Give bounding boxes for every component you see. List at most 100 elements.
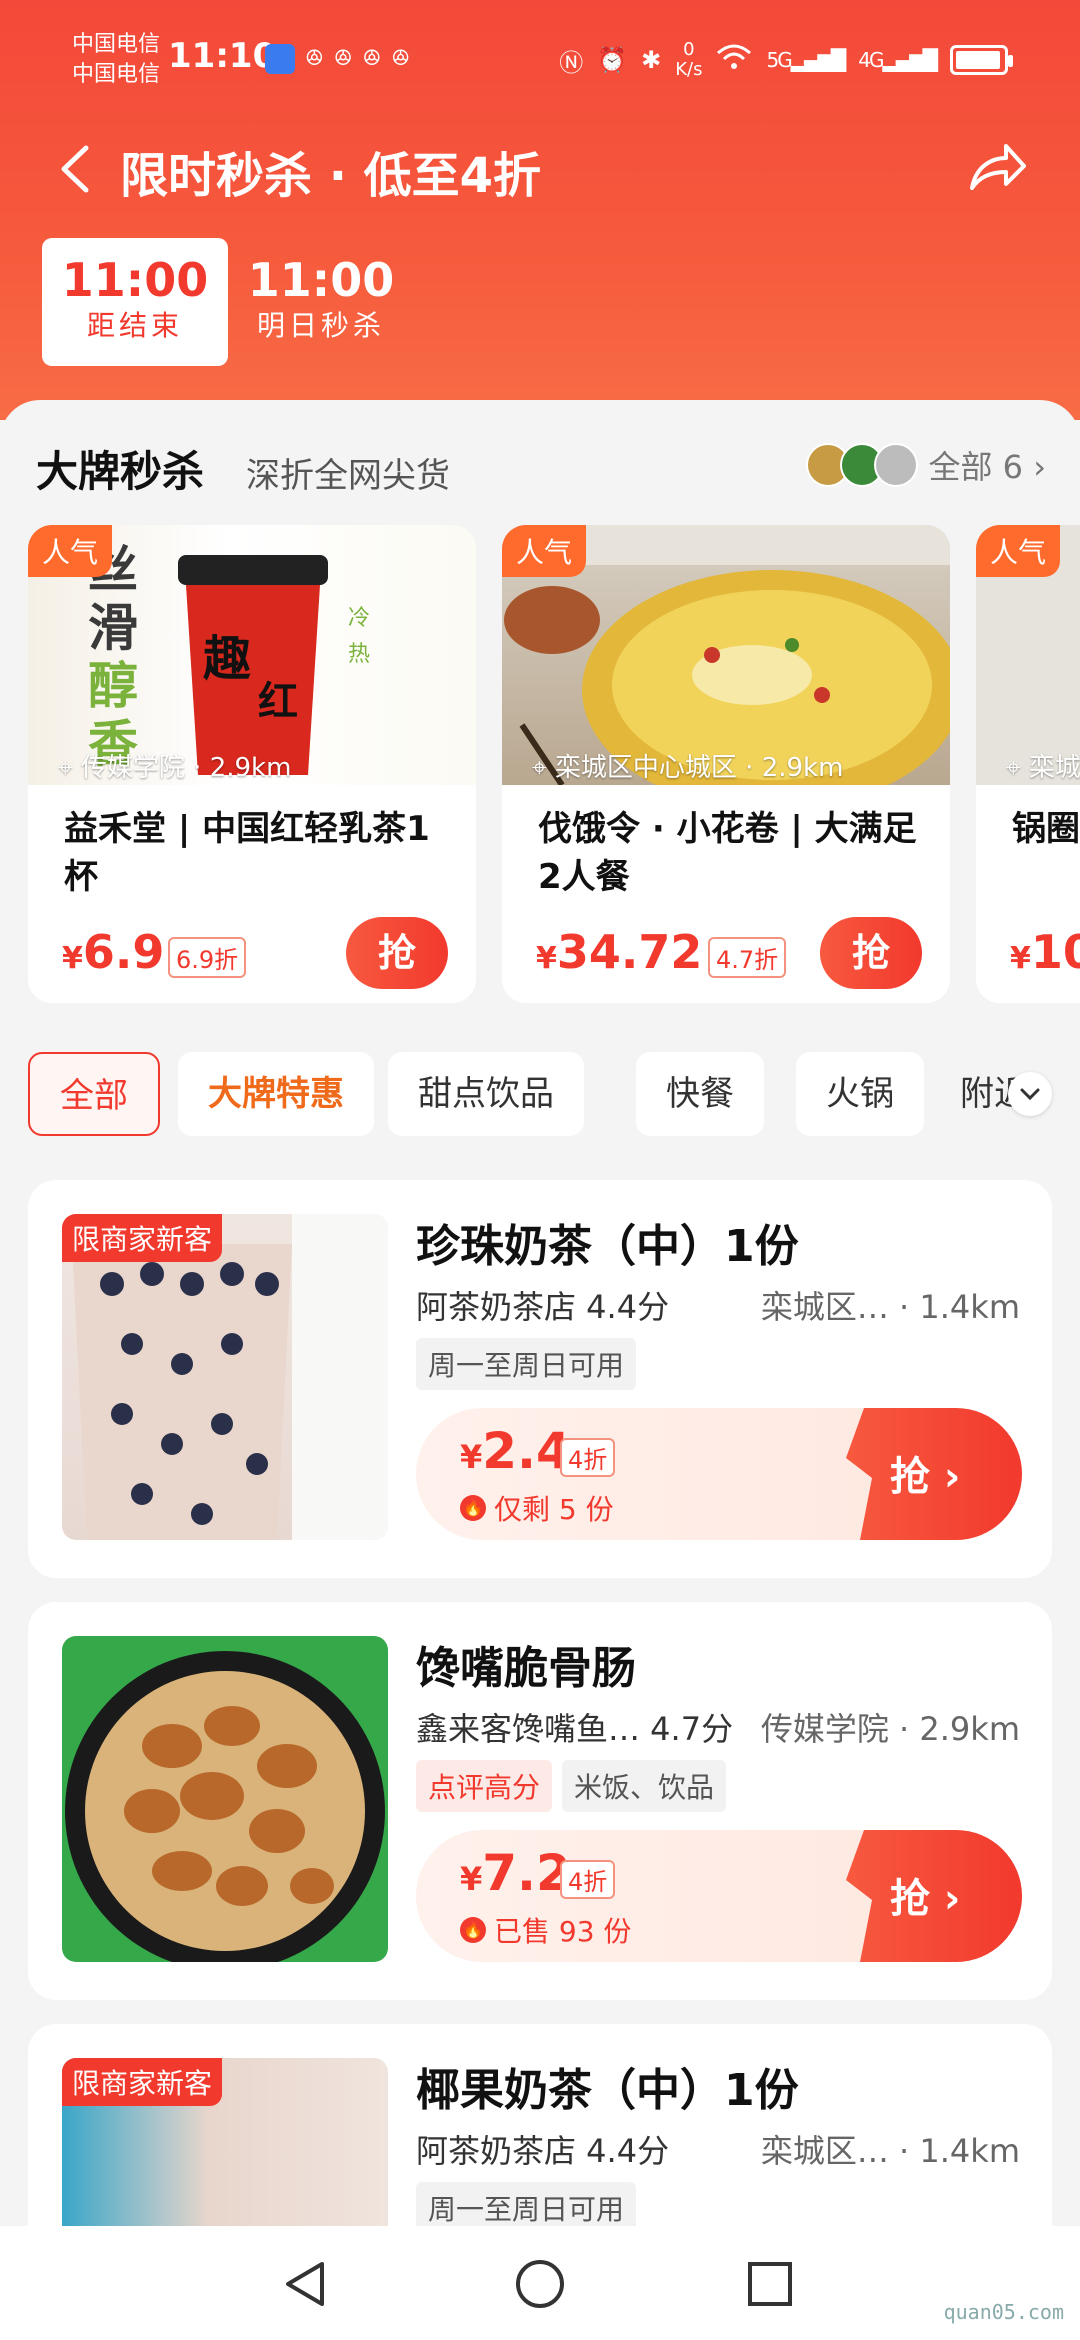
- wifi-icon: [716, 43, 752, 77]
- notification-icon: ꔮ: [362, 44, 382, 72]
- sales-status: 🔥 已售 93 份: [460, 1910, 631, 1950]
- grab-button[interactable]: 抢 ›: [846, 1830, 1022, 1962]
- svg-text:红: 红: [258, 680, 298, 724]
- discount-badge: 4.7折: [708, 937, 787, 978]
- home-circle-icon[interactable]: [512, 2256, 568, 2312]
- product-tag: 周一至周日可用: [416, 1338, 637, 1390]
- pearl-milk-tea-image: [72, 1214, 388, 1540]
- category-tab-fastfood[interactable]: 快餐: [636, 1052, 764, 1136]
- stock-status: 🔥 仅剩 5 份: [460, 1488, 614, 1528]
- svg-text:热: 热: [348, 641, 370, 666]
- new-customer-badge: 限商家新客: [62, 2058, 223, 2106]
- product-tags: 点评高分 米饭、饮品: [416, 1760, 727, 1812]
- system-navigation-bar: [0, 2226, 1080, 2340]
- grab-button[interactable]: 抢: [820, 917, 922, 989]
- product-tag: 米饭、饮品: [562, 1760, 727, 1812]
- carrier-1: 中国电信: [72, 32, 161, 57]
- category-tab-all[interactable]: 全部: [28, 1052, 160, 1136]
- net-speed: 0 K/s: [675, 39, 703, 80]
- grab-button[interactable]: 抢: [346, 917, 448, 989]
- product-name: 椰果奶茶（中）1份: [416, 2065, 799, 2116]
- buy-bar: ¥2.4 4折 🔥 仅剩 5 份 抢 ›: [416, 1408, 1022, 1540]
- carriers: 中国电信 中国电信: [72, 30, 160, 90]
- fire-icon: 🔥: [460, 1495, 486, 1521]
- time-tab-tomorrow[interactable]: 11:00 明日秒杀: [228, 238, 414, 366]
- brand-card-info: 锅圈肉 ¥10: [976, 785, 1080, 1003]
- product-image: 限商家新客: [62, 1214, 388, 1540]
- system-icons: Ⓝ ⏰ ✱ 0 K/s 5G▂▄▆█ 4G▂▄▆█: [559, 39, 1013, 80]
- alarm-icon: ⏰: [597, 46, 628, 74]
- location-label: ⌖ 传媒学院 · 2.9km: [58, 753, 292, 783]
- notification-icons: ꔮ ꔮ ꔮ ꔮ: [265, 44, 410, 74]
- signal-5g-icon: 5G▂▄▆█: [766, 48, 846, 72]
- product-name: 馋嘴脆骨肠: [416, 1643, 636, 1694]
- back-triangle-icon[interactable]: [278, 2256, 334, 2312]
- time-tabs: 11:00 距结束 11:00 明日秒杀: [42, 238, 414, 366]
- brand-logos: [806, 443, 919, 487]
- svg-text:滑: 滑: [88, 600, 138, 656]
- share-icon: [970, 144, 1026, 190]
- notification-icon: ꔮ: [305, 44, 324, 72]
- product-name: 珍珠奶茶（中）1份: [416, 1221, 799, 1272]
- top-nav: 限时秒杀 · 低至4折: [0, 120, 1080, 220]
- brand-card-price: ¥6.9: [62, 925, 165, 979]
- clock: 11:10: [168, 36, 277, 76]
- carrier-2: 中国电信: [72, 62, 161, 87]
- status-bar: 中国电信 中国电信 11:10 ꔮ ꔮ ꔮ ꔮ Ⓝ ⏰ ✱ 0 K/s 5G▂▄…: [0, 0, 1080, 110]
- brand-card-price: ¥10: [1010, 925, 1080, 979]
- discount-badge: 4折: [560, 1438, 616, 1477]
- product-card[interactable]: 馋嘴脆骨肠 鑫来客馋嘴鱼… 4.7分 传媒学院 · 2.9km 点评高分 米饭、…: [28, 1602, 1052, 2000]
- brand-section-header: 大牌秒杀 深折全网尖货 全部 6 ›: [36, 438, 1046, 498]
- sausage-dish-image: [65, 1651, 385, 1962]
- product-tags: 周一至周日可用: [416, 1338, 637, 1390]
- location-label: ⌖ 栾城区中心城区 · 2.9km: [532, 753, 844, 783]
- nearby-filter[interactable]: 附近: [930, 1052, 1080, 1136]
- shop-name: 阿茶奶茶店 4.4分: [416, 1288, 670, 1326]
- new-customer-badge: 限商家新客: [62, 1214, 223, 1262]
- time-tab-current[interactable]: 11:00 距结束: [42, 238, 228, 366]
- content-sheet: 大牌秒杀 深折全网尖货 全部 6 › 丝 滑 醇 香 趣 红 冷 热 人气 ⌖ …: [0, 400, 1080, 2340]
- brand-card[interactable]: 丝 滑 醇 香 趣 红 冷 热 人气 ⌖ 传媒学院 · 2.9km 益禾堂 | …: [28, 525, 476, 1003]
- buy-bar: ¥7.2 4折 🔥 已售 93 份 抢 ›: [416, 1830, 1022, 1962]
- brand-card-name: 伐饿令 · 小花卷 | 大满足2人餐: [538, 809, 917, 897]
- product-card[interactable]: 限商家新客 珍珠奶茶（中）1份 阿茶奶茶店 4.4分 栾城区… · 1.4km …: [28, 1180, 1052, 1578]
- recents-square-icon[interactable]: [742, 2256, 798, 2312]
- brand-card-name: 益禾堂 | 中国红轻乳茶1杯: [64, 809, 430, 897]
- popular-tag: 人气: [28, 525, 113, 577]
- svg-text:醇: 醇: [88, 658, 138, 714]
- nfc-icon: Ⓝ: [559, 48, 584, 77]
- popular-tag: 人气: [976, 525, 1061, 577]
- svg-text:冷: 冷: [348, 605, 370, 630]
- notification-icon: ꔮ: [391, 44, 410, 72]
- category-tab-brand[interactable]: 大牌特惠: [178, 1052, 374, 1136]
- brand-card-price: ¥34.72: [536, 925, 703, 979]
- brand-section-subtitle: 深折全网尖货: [246, 456, 450, 496]
- category-tab-drinks[interactable]: 甜点饮品: [388, 1052, 584, 1136]
- back-button[interactable]: [50, 134, 110, 204]
- brand-cards-carousel[interactable]: 丝 滑 醇 香 趣 红 冷 热 人气 ⌖ 传媒学院 · 2.9km 益禾堂 | …: [28, 525, 1080, 1005]
- distance-label: 栾城区… · 1.4km: [760, 1288, 1020, 1326]
- brand-logo: [874, 443, 919, 487]
- page-title: 限时秒杀 · 低至4折: [120, 148, 542, 204]
- product-image: [62, 1636, 388, 1962]
- popular-tag: 人气: [502, 525, 587, 577]
- app-notification-icon: [265, 44, 295, 74]
- deal-price: ¥2.4: [460, 1422, 571, 1480]
- grab-button[interactable]: 抢 ›: [846, 1408, 1022, 1540]
- battery-icon: [950, 45, 1013, 75]
- distance-label: 传媒学院 · 2.9km: [760, 1710, 1020, 1748]
- category-tab-hotpot[interactable]: 火锅: [796, 1052, 924, 1136]
- brand-card-info: 益禾堂 | 中国红轻乳茶1杯 ¥6.9 6.9折 抢: [28, 785, 476, 1003]
- distance-label: 栾城区… · 1.4km: [760, 2132, 1020, 2170]
- header: 中国电信 中国电信 11:10 ꔮ ꔮ ꔮ ꔮ Ⓝ ⏰ ✱ 0 K/s 5G▂▄…: [0, 0, 1080, 420]
- view-all-brands-button[interactable]: 全部 6 ›: [806, 442, 1046, 488]
- brand-card[interactable]: 人气 ⌖ 栾城区中心城区 · 2.9km 伐饿令 · 小花卷 | 大满足2人餐 …: [502, 525, 950, 1003]
- brand-card[interactable]: 人气 ⌖ 栾城 锅圈肉 ¥10: [976, 525, 1080, 1003]
- brand-section-title: 大牌秒杀: [36, 447, 205, 496]
- expand-categories-button[interactable]: [1008, 1072, 1052, 1116]
- chevron-down-icon: [1020, 1088, 1040, 1101]
- share-button[interactable]: [964, 138, 1030, 198]
- bluetooth-icon: ✱: [641, 46, 662, 74]
- watermark: quan05.com: [943, 2300, 1064, 2324]
- svg-text:趣: 趣: [203, 633, 251, 686]
